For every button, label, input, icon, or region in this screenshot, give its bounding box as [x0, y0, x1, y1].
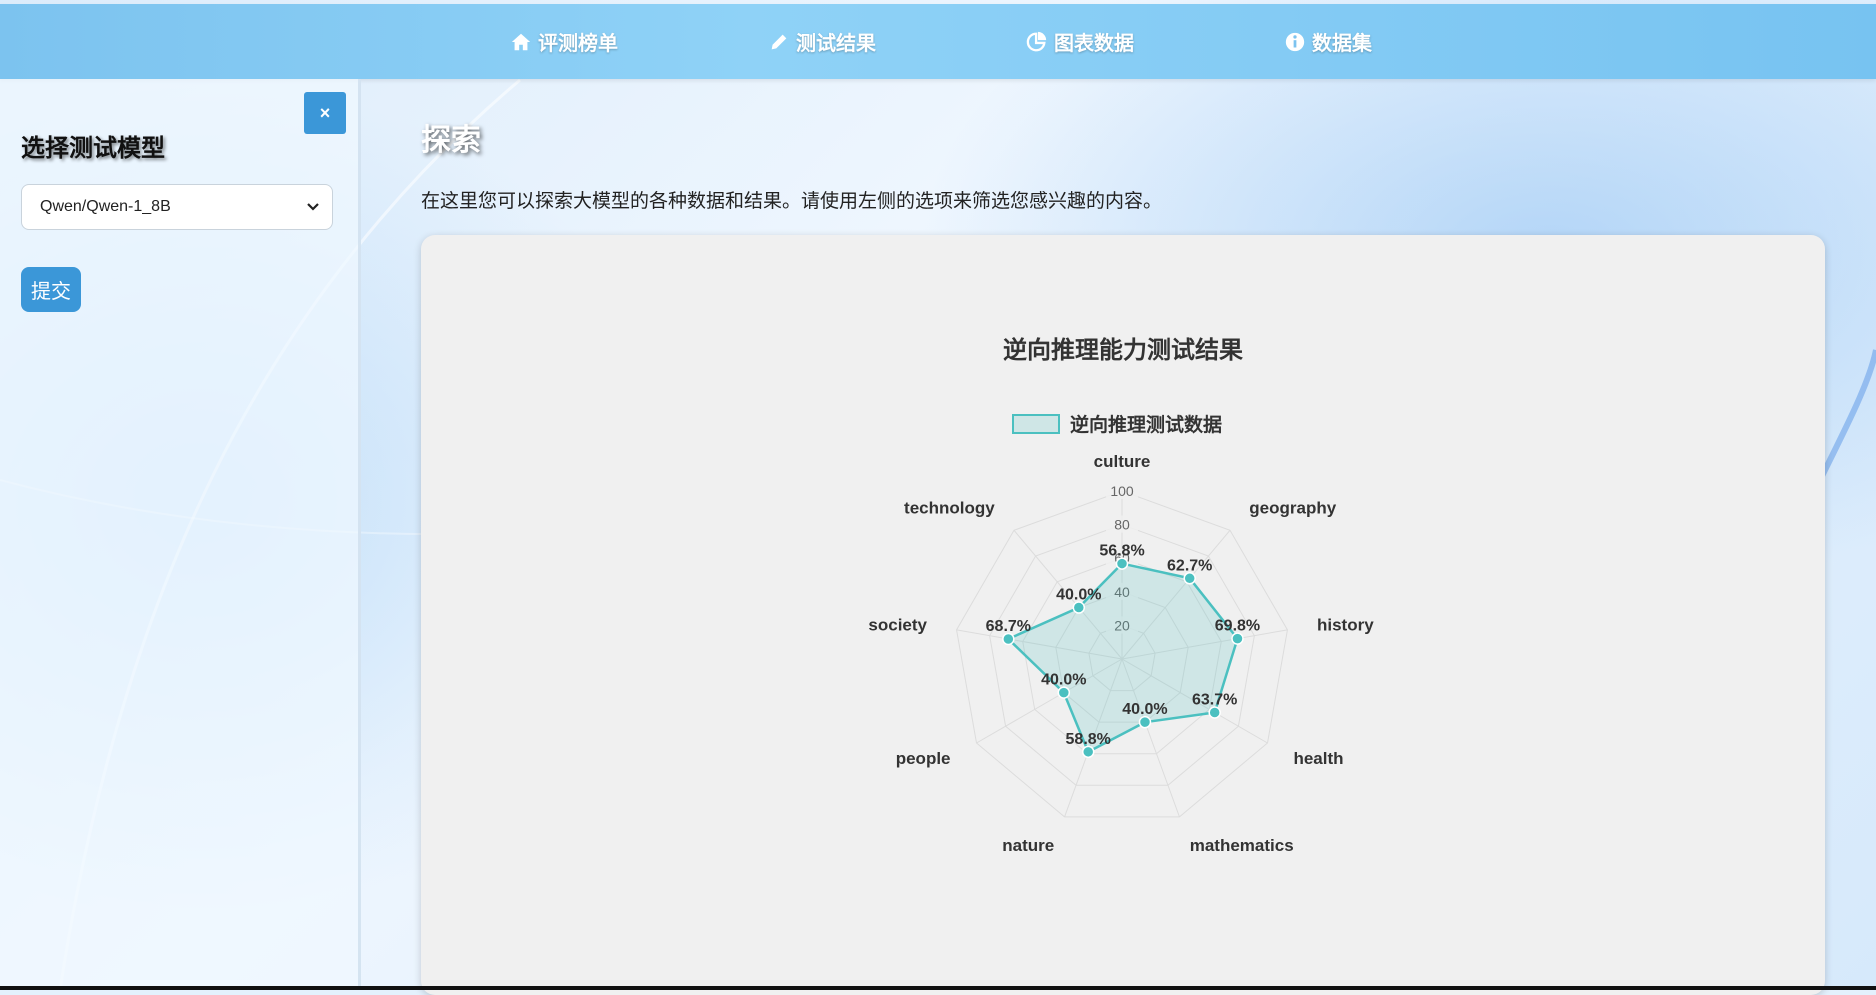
- radar-category-label: history: [1317, 616, 1374, 635]
- radar-data-label: 62.7%: [1167, 557, 1212, 574]
- radar-data-point: [1231, 632, 1244, 645]
- radar-category-label: technology: [904, 498, 995, 517]
- radar-category-label: culture: [1094, 452, 1151, 471]
- radar-data-label: 63.7%: [1192, 692, 1237, 709]
- radar-data-point: [1138, 715, 1152, 729]
- radar-data-point: [1115, 557, 1129, 570]
- radar-chart: 2040608010056.8%62.7%69.8%63.7%40.0%58.8…: [868, 452, 1374, 855]
- radar-category-label: nature: [1002, 836, 1054, 855]
- radar-data-point: [1002, 632, 1015, 646]
- radar-category-label: health: [1293, 749, 1343, 768]
- radar-data-label: 40.0%: [1041, 672, 1086, 689]
- radar-data-point: [1081, 745, 1095, 759]
- r-tick-label: 80: [1114, 517, 1130, 533]
- radar-data-label: 40.0%: [1056, 587, 1101, 604]
- radar-data-label: 56.8%: [1099, 543, 1144, 560]
- radar-data-label: 69.8%: [1215, 618, 1260, 635]
- radar-category-label: geography: [1249, 498, 1336, 517]
- radar-data-label: 68.7%: [986, 618, 1031, 635]
- radar-category-label: people: [896, 749, 951, 768]
- radar-category-label: mathematics: [1190, 836, 1294, 855]
- radar-data-label: 58.8%: [1066, 731, 1111, 748]
- bottom-border: [0, 986, 1876, 990]
- radar-data-point: [1057, 686, 1071, 699]
- radar-series-area: [1006, 562, 1239, 754]
- radar-data-point: [1072, 601, 1086, 614]
- r-tick-label: 100: [1110, 483, 1134, 499]
- radar-data-label: 40.0%: [1122, 701, 1167, 718]
- radar-data-point: [1183, 572, 1196, 585]
- radar-data-point: [1208, 706, 1221, 719]
- radar-category-label: society: [868, 616, 927, 635]
